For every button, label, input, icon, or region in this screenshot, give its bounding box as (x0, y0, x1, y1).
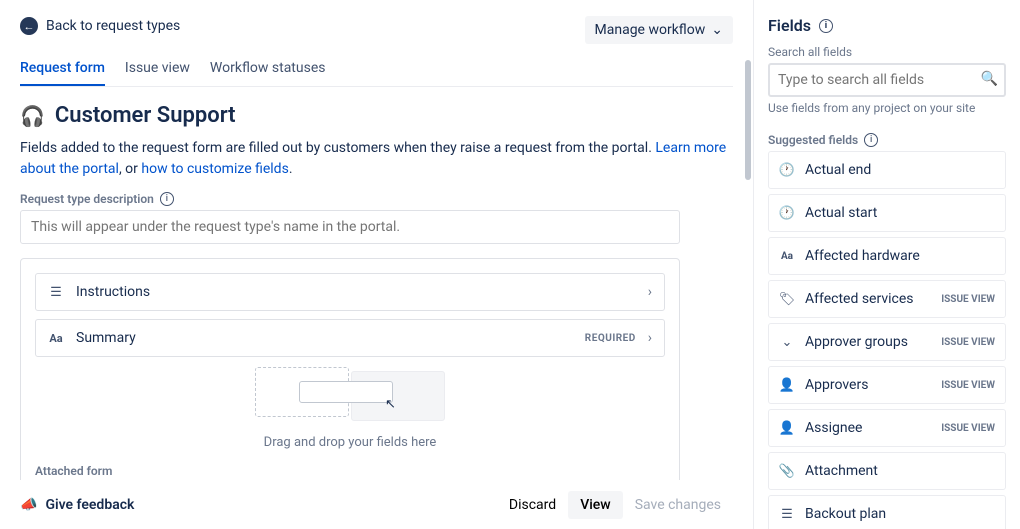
field-type-icon: 🕐 (779, 162, 795, 178)
info-icon[interactable]: i (819, 19, 833, 33)
suggested-field[interactable]: ☰ Backout plan (768, 495, 1006, 529)
issue-view-badge: ISSUE VIEW (941, 423, 995, 434)
fields-sidebar: Fields i Search all fields 🔍 Use fields … (754, 0, 1020, 529)
tab-request-form[interactable]: Request form (20, 54, 105, 86)
suggested-field[interactable]: 📎 Attachment (768, 452, 1006, 490)
sidebar-title: Fields (768, 16, 811, 35)
chevron-right-icon: › (648, 330, 652, 346)
field-type-icon: 🕐 (779, 205, 795, 221)
field-instructions[interactable]: ☰ Instructions › (35, 273, 665, 311)
manage-workflow-label: Manage workflow (595, 22, 706, 38)
field-name: Affected hardware (805, 248, 995, 264)
field-name: Affected services (805, 291, 931, 307)
field-type-icon: 🏷 (779, 291, 795, 307)
suggested-field[interactable]: Aa Affected hardware (768, 237, 1006, 275)
field-type-icon: Aa (779, 248, 795, 264)
issue-view-badge: ISSUE VIEW (941, 294, 995, 305)
suggested-field[interactable]: 👤 Assignee ISSUE VIEW (768, 409, 1006, 447)
field-name: Assignee (805, 420, 931, 436)
tab-workflow-statuses[interactable]: Workflow statuses (210, 54, 326, 86)
info-icon[interactable]: i (160, 192, 174, 206)
chevron-right-icon: › (648, 284, 652, 300)
tabs: Request form Issue view Workflow statuse… (20, 54, 733, 87)
field-summary[interactable]: Aa Summary REQUIRED › (35, 319, 665, 357)
megaphone-icon: 📣 (20, 497, 37, 513)
field-label: Summary (76, 330, 573, 346)
issue-view-badge: ISSUE VIEW (941, 337, 995, 348)
suggested-field[interactable]: 🕐 Actual start (768, 194, 1006, 232)
chevron-down-icon: ⌄ (711, 22, 723, 38)
drop-text: Drag and drop your fields here (264, 435, 437, 450)
customize-fields-link[interactable]: how to customize fields (141, 161, 288, 177)
discard-button[interactable]: Discard (497, 491, 568, 519)
field-type-icon: 👤 (779, 377, 795, 393)
field-name: Actual start (805, 205, 995, 221)
manage-workflow-button[interactable]: Manage workflow ⌄ (585, 16, 733, 44)
drop-illustration: ↖ (255, 367, 445, 427)
page-description: Fields added to the request form are fil… (20, 138, 733, 180)
text-icon: Aa (48, 330, 64, 346)
give-feedback[interactable]: 📣 Give feedback (20, 497, 134, 513)
drop-zone[interactable]: ↖ Drag and drop your fields here (35, 367, 665, 450)
field-name: Approvers (805, 377, 931, 393)
tab-issue-view[interactable]: Issue view (125, 54, 190, 86)
fields-search-input[interactable] (768, 63, 1006, 97)
search-hint: Use fields from any project on your site (768, 101, 1006, 115)
suggested-label: Suggested fields (768, 133, 858, 147)
req-desc-input[interactable] (20, 210, 680, 244)
req-desc-label: Request type description (20, 192, 154, 206)
field-type-icon: 📎 (779, 463, 795, 479)
attached-form-label: Attached form (35, 464, 665, 478)
main-panel: ← Back to request types Manage workflow … (0, 0, 754, 529)
suggested-field[interactable]: 🕐 Actual end (768, 151, 1006, 189)
field-name: Backout plan (805, 506, 995, 522)
field-type-icon: 👤 (779, 420, 795, 436)
search-icon: 🔍 (981, 71, 998, 87)
field-name: Approver groups (805, 334, 931, 350)
field-name: Attachment (805, 463, 995, 479)
field-label: Instructions (76, 284, 636, 300)
cursor-icon: ↖ (385, 397, 396, 412)
search-label: Search all fields (768, 45, 1006, 59)
back-link[interactable]: ← Back to request types (20, 17, 180, 35)
back-label: Back to request types (46, 18, 180, 34)
suggested-field[interactable]: 👤 Approvers ISSUE VIEW (768, 366, 1006, 404)
info-icon[interactable]: i (864, 133, 878, 147)
scrollbar[interactable] (745, 60, 751, 180)
arrow-left-icon: ← (20, 17, 38, 35)
field-name: Actual end (805, 162, 995, 178)
list-icon: ☰ (48, 284, 64, 300)
page-title: Customer Support (55, 103, 236, 128)
field-type-icon: ☰ (779, 506, 795, 522)
headset-icon: 🎧 (20, 104, 45, 128)
suggested-field[interactable]: 🏷 Affected services ISSUE VIEW (768, 280, 1006, 318)
save-button[interactable]: Save changes (623, 491, 733, 519)
field-type-icon: ⌄ (779, 334, 795, 350)
view-button[interactable]: View (568, 491, 623, 519)
issue-view-badge: ISSUE VIEW (941, 380, 995, 391)
required-badge: REQUIRED (585, 333, 636, 344)
footer: 📣 Give feedback Discard View Save change… (0, 480, 753, 529)
suggested-field[interactable]: ⌄ Approver groups ISSUE VIEW (768, 323, 1006, 361)
